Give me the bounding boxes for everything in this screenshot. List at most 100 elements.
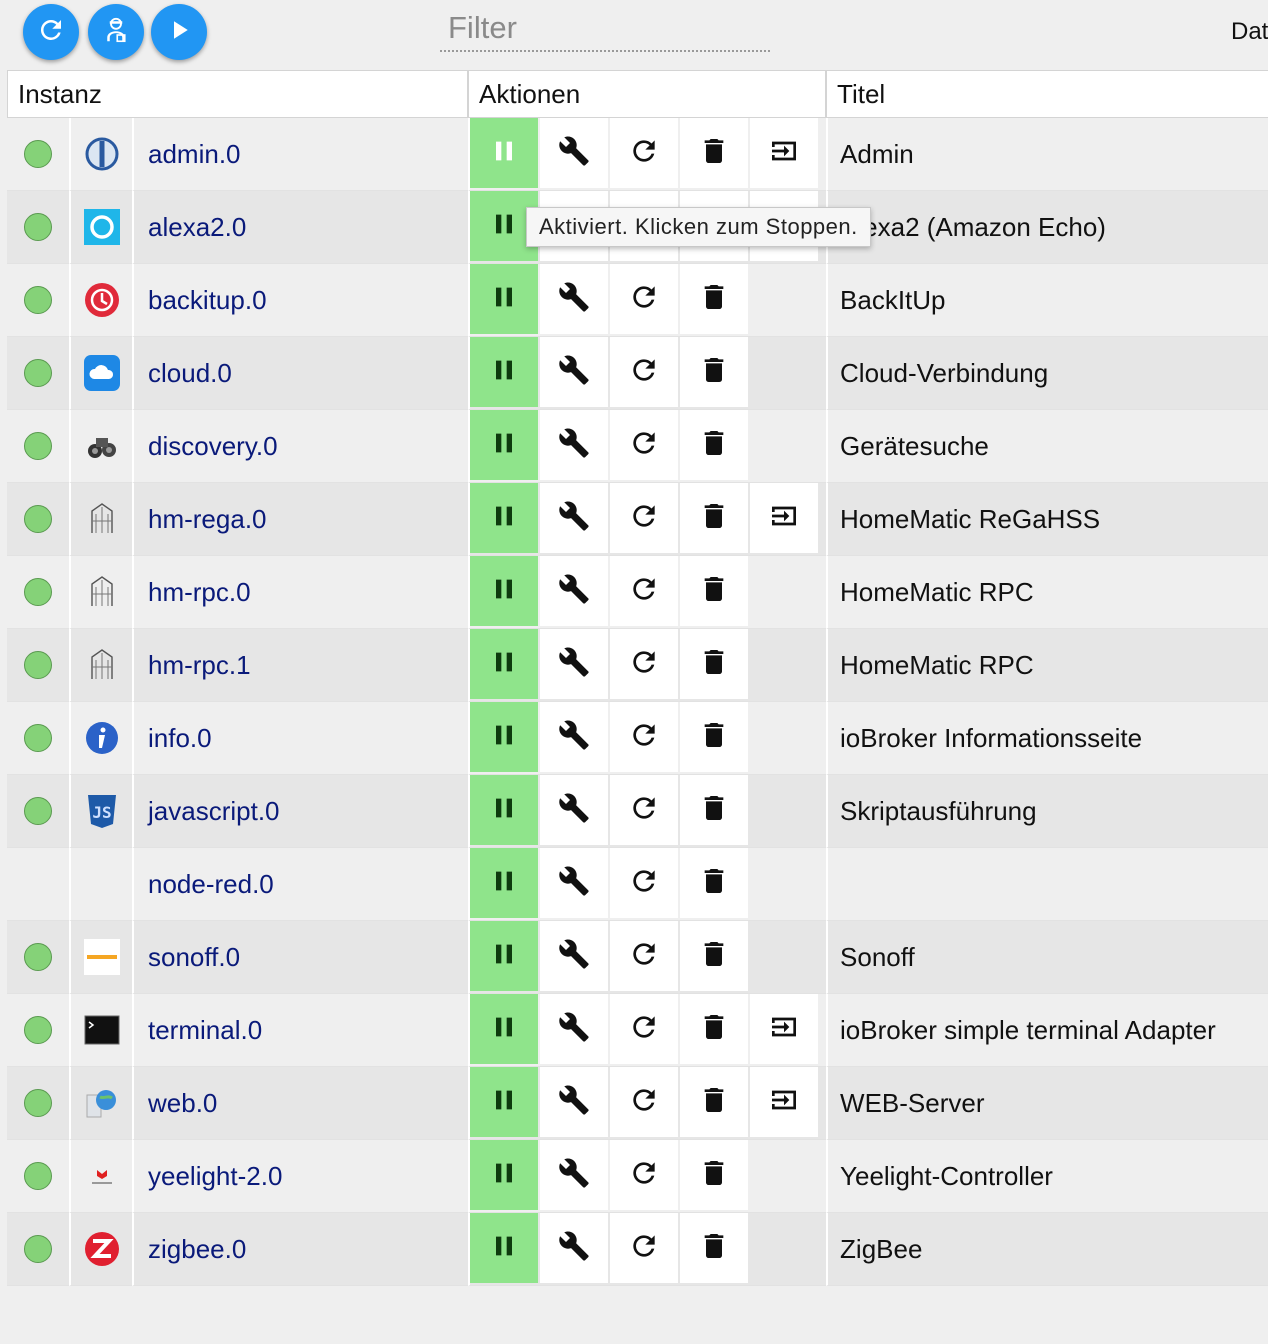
instance-name[interactable]: info.0 [132, 702, 469, 775]
restart-button[interactable] [610, 410, 679, 480]
expert-mode-button[interactable] [88, 4, 144, 60]
settings-button[interactable] [540, 264, 609, 334]
instance-name[interactable]: web.0 [132, 1067, 469, 1140]
restart-button[interactable] [610, 1140, 679, 1210]
restart-button[interactable] [610, 775, 679, 845]
header-instanz[interactable]: Instanz [7, 70, 469, 118]
logo-placeholder [84, 866, 120, 902]
table-row: discovery.0 Gerätesuche [7, 410, 1268, 483]
settings-button[interactable] [540, 410, 609, 480]
refresh-button[interactable] [23, 4, 79, 60]
restart-button[interactable] [610, 337, 679, 407]
open-link-button[interactable] [750, 1067, 819, 1137]
instance-name[interactable]: alexa2.0 [132, 191, 469, 264]
delete-button[interactable] [680, 629, 749, 699]
pause-button[interactable] [470, 1067, 539, 1137]
delete-button[interactable] [680, 1067, 749, 1137]
status-indicator [24, 578, 52, 606]
instance-name[interactable]: yeelight-2.0 [132, 1140, 469, 1213]
pause-button[interactable] [470, 848, 539, 918]
restart-button[interactable] [610, 264, 679, 334]
pause-button[interactable] [470, 702, 539, 772]
restart-button[interactable] [610, 1213, 679, 1283]
restart-button[interactable] [610, 1067, 679, 1137]
restart-button[interactable] [610, 556, 679, 626]
restart-icon [628, 719, 660, 756]
settings-button[interactable] [540, 921, 609, 991]
pause-button[interactable] [470, 921, 539, 991]
delete-button[interactable] [680, 1140, 749, 1210]
pause-icon [488, 646, 520, 683]
settings-button[interactable] [540, 1140, 609, 1210]
pause-button[interactable] [470, 1213, 539, 1283]
delete-button[interactable] [680, 118, 749, 188]
instance-name[interactable]: terminal.0 [132, 994, 469, 1067]
instance-name[interactable]: node-red.0 [132, 848, 469, 921]
empty-action-slot [750, 921, 818, 991]
settings-button[interactable] [540, 1213, 609, 1283]
delete-button[interactable] [680, 410, 749, 480]
actions-cell [468, 1067, 827, 1140]
header-titel[interactable]: Titel [826, 70, 1268, 118]
instance-name[interactable]: admin.0 [132, 118, 469, 191]
actions-cell [468, 1213, 827, 1286]
wrench-icon [558, 865, 590, 902]
delete-button[interactable] [680, 921, 749, 991]
open-link-button[interactable] [750, 118, 819, 188]
restart-button[interactable] [610, 118, 679, 188]
restart-button[interactable] [610, 702, 679, 772]
instance-name[interactable]: hm-rpc.1 [132, 629, 469, 702]
logo-cell [69, 556, 132, 629]
instance-name[interactable]: discovery.0 [132, 410, 469, 483]
restart-button[interactable] [610, 848, 679, 918]
settings-button[interactable] [540, 556, 609, 626]
instance-name[interactable]: backitup.0 [132, 264, 469, 337]
delete-button[interactable] [680, 1213, 749, 1283]
pause-button[interactable] [470, 556, 539, 626]
delete-button[interactable] [680, 848, 749, 918]
pause-button[interactable] [470, 775, 539, 845]
instance-name[interactable]: hm-rpc.0 [132, 556, 469, 629]
settings-button[interactable] [540, 1067, 609, 1137]
settings-button[interactable] [540, 629, 609, 699]
settings-button[interactable] [540, 848, 609, 918]
play-button[interactable] [151, 4, 207, 60]
delete-button[interactable] [680, 337, 749, 407]
pause-button[interactable] [470, 994, 539, 1064]
settings-button[interactable] [540, 702, 609, 772]
open-link-button[interactable] [750, 994, 819, 1064]
open-link-button[interactable] [750, 483, 819, 553]
delete-button[interactable] [680, 702, 749, 772]
pause-button[interactable] [470, 483, 539, 553]
pause-button[interactable] [470, 1140, 539, 1210]
actions-cell [468, 118, 827, 191]
restart-button[interactable] [610, 994, 679, 1064]
instance-name[interactable]: hm-rega.0 [132, 483, 469, 556]
delete-button[interactable] [680, 556, 749, 626]
pause-button[interactable] [470, 410, 539, 480]
delete-button[interactable] [680, 775, 749, 845]
pause-button[interactable] [470, 337, 539, 407]
instance-name[interactable]: cloud.0 [132, 337, 469, 410]
pause-button[interactable] [470, 264, 539, 334]
filter-field[interactable] [440, 8, 776, 52]
instance-name[interactable]: javascript.0 [132, 775, 469, 848]
settings-button[interactable] [540, 483, 609, 553]
delete-button[interactable] [680, 994, 749, 1064]
settings-button[interactable] [540, 118, 609, 188]
instance-name[interactable]: sonoff.0 [132, 921, 469, 994]
delete-button[interactable] [680, 483, 749, 553]
instance-name[interactable]: zigbee.0 [132, 1213, 469, 1286]
pause-button[interactable] [470, 629, 539, 699]
restart-button[interactable] [610, 629, 679, 699]
settings-button[interactable] [540, 775, 609, 845]
restart-button[interactable] [610, 483, 679, 553]
pause-button[interactable] [470, 118, 539, 188]
delete-button[interactable] [680, 264, 749, 334]
header-aktionen[interactable]: Aktionen [468, 70, 827, 118]
settings-button[interactable] [540, 994, 609, 1064]
zigbee-logo-icon [84, 1231, 120, 1267]
filter-input[interactable] [440, 8, 776, 48]
settings-button[interactable] [540, 337, 609, 407]
restart-button[interactable] [610, 921, 679, 991]
